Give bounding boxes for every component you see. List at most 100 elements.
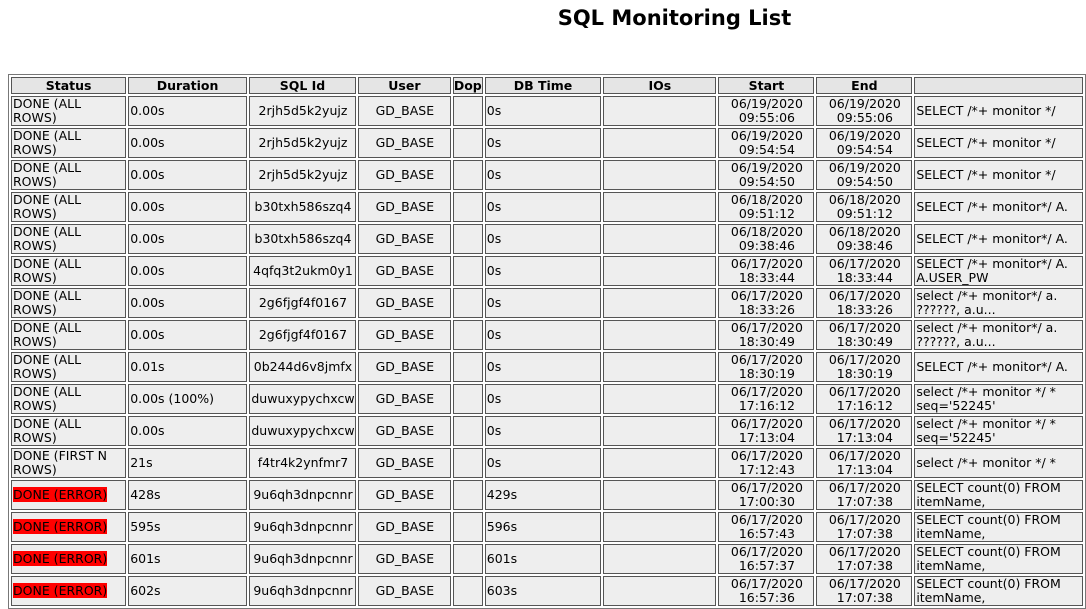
table-body: DONE (ALL ROWS) 0.00s 2rjh5d5k2yujz GD_B… (11, 96, 1083, 606)
end-date: 06/17/2020 (818, 353, 911, 367)
sql-text-line-2: seq='52245' (916, 431, 1082, 445)
sql-text-line-2: A.USER_PW (916, 271, 1082, 285)
end-date: 06/17/2020 (818, 577, 911, 591)
status-cell: DONE (ALL ROWS) (11, 224, 126, 254)
column-header-end: End (816, 77, 912, 94)
start-date: 06/17/2020 (720, 513, 813, 527)
column-header-sql-id: SQL Id (249, 77, 356, 94)
dop-cell (453, 416, 483, 446)
start-cell: 06/18/202009:38:46 (718, 224, 814, 254)
table-row: DONE (ALL ROWS) 0.00s 2g6fjgf4f0167 GD_B… (11, 288, 1083, 318)
start-cell: 06/17/202018:30:19 (718, 352, 814, 382)
duration-cell: 0.00s (128, 288, 247, 318)
sql-text-line-1: SELECT /*+ monitor */ (916, 104, 1082, 118)
start-time: 09:51:12 (720, 207, 813, 221)
duration-cell: 428s (128, 480, 247, 510)
sql-text-cell: select /*+ monitor */ *seq='52245' (914, 416, 1083, 446)
sql-text-line-1: SELECT count(0) FROM (916, 577, 1082, 591)
db-time-cell: 0s (485, 288, 601, 318)
end-time: 18:33:44 (818, 271, 911, 285)
table-row: DONE (ALL ROWS) 0.00s b30txh586szq4 GD_B… (11, 224, 1083, 254)
start-cell: 06/19/202009:54:54 (718, 128, 814, 158)
table-row: DONE (ERROR) 595s 9u6qh3dnpcnnr GD_BASE … (11, 512, 1083, 542)
duration-cell: 0.00s (128, 416, 247, 446)
end-time: 09:54:54 (818, 143, 911, 157)
end-date: 06/19/2020 (818, 161, 911, 175)
end-time: 17:07:38 (818, 591, 911, 605)
end-date: 06/18/2020 (818, 193, 911, 207)
user-cell: GD_BASE (358, 288, 451, 318)
table-row: DONE (ALL ROWS) 0.00s duwuxypychxcw GD_B… (11, 416, 1083, 446)
start-cell: 06/17/202016:57:43 (718, 512, 814, 542)
ios-cell (603, 512, 716, 542)
ios-cell (603, 160, 716, 190)
sql-text-line-1: SELECT /*+ monitor */ (916, 168, 1082, 182)
column-header-dop: Dop (453, 77, 483, 94)
table-row: DONE (ERROR) 601s 9u6qh3dnpcnnr GD_BASE … (11, 544, 1083, 574)
end-date: 06/17/2020 (818, 417, 911, 431)
table-row: DONE (ALL ROWS) 0.00s 2g6fjgf4f0167 GD_B… (11, 320, 1083, 350)
sql-text-line-1: SELECT count(0) FROM (916, 481, 1082, 495)
duration-cell: 21s (128, 448, 247, 478)
user-cell: GD_BASE (358, 352, 451, 382)
start-time: 18:33:44 (720, 271, 813, 285)
sql-text-cell: SELECT /*+ monitor*/ A. (914, 352, 1083, 382)
sql-id-cell: 0b244d6v8jmfx (249, 352, 356, 382)
user-cell: GD_BASE (358, 256, 451, 286)
table-row: DONE (ALL ROWS) 0.00s 2rjh5d5k2yujz GD_B… (11, 128, 1083, 158)
dop-cell (453, 352, 483, 382)
end-time: 17:13:04 (818, 463, 911, 477)
sql-text-cell: SELECT /*+ monitor */ (914, 160, 1083, 190)
db-time-cell: 0s (485, 128, 601, 158)
start-cell: 06/17/202017:13:04 (718, 416, 814, 446)
duration-cell: 0.00s (100%) (128, 384, 247, 414)
sql-id-cell: 9u6qh3dnpcnnr (249, 576, 356, 606)
end-cell: 06/17/202017:16:12 (816, 384, 912, 414)
user-cell: GD_BASE (358, 448, 451, 478)
column-header-duration: Duration (128, 77, 247, 94)
end-date: 06/19/2020 (818, 97, 911, 111)
table-row: DONE (ALL ROWS) 0.00s (100%) duwuxypychx… (11, 384, 1083, 414)
sql-text-cell: SELECT count(0) FROMitemName, (914, 480, 1083, 510)
user-cell: GD_BASE (358, 544, 451, 574)
sql-text-line-1: SELECT /*+ monitor*/ A. (916, 257, 1082, 271)
user-cell: GD_BASE (358, 512, 451, 542)
sql-text-line-1: select /*+ monitor*/ a. (916, 321, 1082, 335)
end-date: 06/17/2020 (818, 513, 911, 527)
duration-cell: 601s (128, 544, 247, 574)
ios-cell (603, 288, 716, 318)
status-cell: DONE (ALL ROWS) (11, 128, 126, 158)
table-row: DONE (FIRST N ROWS) 21s f4tr4k2ynfmr7 GD… (11, 448, 1083, 478)
sql-id-cell: b30txh586szq4 (249, 224, 356, 254)
ios-cell (603, 576, 716, 606)
status-label: DONE (ALL ROWS) (13, 256, 81, 285)
ios-cell (603, 416, 716, 446)
sql-text-line-1: SELECT /*+ monitor*/ A. (916, 200, 1082, 214)
start-date: 06/17/2020 (720, 257, 813, 271)
status-cell: DONE (ALL ROWS) (11, 96, 126, 126)
sql-text-line-2: itemName, (916, 495, 1082, 509)
status-label: DONE (ALL ROWS) (13, 96, 81, 125)
dop-cell (453, 544, 483, 574)
sql-text-cell: SELECT /*+ monitor*/ A. (914, 192, 1083, 222)
db-time-cell: 0s (485, 448, 601, 478)
start-date: 06/17/2020 (720, 545, 813, 559)
start-time: 17:00:30 (720, 495, 813, 509)
start-date: 06/18/2020 (720, 193, 813, 207)
sql-text-line-2: itemName, (916, 591, 1082, 605)
end-time: 09:54:50 (818, 175, 911, 189)
ios-cell (603, 480, 716, 510)
sql-text-cell: SELECT /*+ monitor */ (914, 96, 1083, 126)
status-label: DONE (ERROR) (13, 519, 107, 534)
start-date: 06/17/2020 (720, 577, 813, 591)
sql-text-cell: SELECT count(0) FROMitemName, (914, 544, 1083, 574)
start-time: 18:30:49 (720, 335, 813, 349)
sql-id-cell: 9u6qh3dnpcnnr (249, 512, 356, 542)
sql-text-cell: SELECT count(0) FROMitemName, (914, 576, 1083, 606)
sql-text-line-1: select /*+ monitor */ * (916, 385, 1082, 399)
end-date: 06/17/2020 (818, 257, 911, 271)
end-cell: 06/17/202017:07:38 (816, 512, 912, 542)
db-time-cell: 0s (485, 192, 601, 222)
status-cell: DONE (ERROR) (11, 576, 126, 606)
sql-text-line-1: select /*+ monitor */ * (916, 417, 1082, 431)
